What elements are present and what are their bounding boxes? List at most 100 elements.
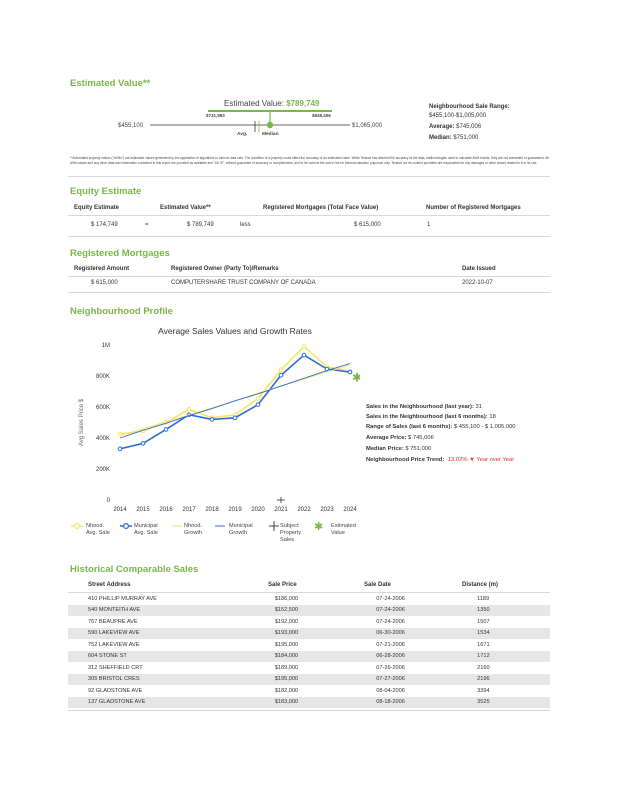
comp-date: 08-18-2006 [356, 696, 458, 708]
stat-range-of-sales: Range of Sales (last 6 months): $ 455,10… [366, 424, 516, 430]
comp-date: 06-30-2006 [356, 627, 458, 639]
data-point [301, 344, 307, 349]
comp-address: 590 LAKEVIEW AVE [68, 627, 255, 639]
comp-address: 137 GLADSTONE AVE [68, 696, 255, 708]
stat-value-negative: -13.02% ▼ Year over Year [445, 457, 515, 463]
equals-sign: = [145, 222, 149, 228]
table-row: 752 LAKEVIEW AVE $195,000 07-21-2006 1671 [68, 639, 550, 651]
table-row: 312 SHEFFIELD CRT $189,000 07-26-2006 2160 [68, 662, 550, 674]
mortgage-header-amount: Registered Amount [74, 266, 130, 272]
range-high-bar-label: $848,406 [312, 113, 331, 118]
legend-label-line3: Sales [280, 537, 294, 544]
comp-date: 07-27-2006 [356, 673, 458, 685]
table-row: 305 BRISTOL CRES $195,000 07-27-2006 2196 [68, 673, 550, 685]
table-row: 604 STONE ST $184,000 06-28-2006 1712 [68, 650, 550, 662]
y-tick-label: 1M [102, 343, 110, 349]
data-point [186, 407, 192, 412]
legend-label-line1: Municipal [134, 523, 158, 529]
x-tick-label: 2023 [320, 507, 334, 513]
comp-price: $186,000 [274, 595, 299, 602]
range-max-label: $1,065,000 [352, 123, 383, 129]
estimated-value-headline: Estimated Value: $789,749 [224, 99, 320, 108]
table-row: 540 MONTEITH AVE $152,500 07-24-2006 1350 [68, 604, 550, 616]
divider [68, 176, 550, 177]
x-tick-label: 2015 [136, 507, 150, 513]
mortgage-header-date: Date Issued [462, 266, 496, 272]
sale-median-value: $751,000 [453, 135, 479, 141]
y-axis-label: Avg Sales Price $ [79, 398, 85, 446]
estimated-value-title: Estimated Value** [70, 78, 151, 89]
equity-header-count: Number of Registered Mortgages [426, 205, 521, 211]
estimated-value-amount: $789,749 [286, 99, 320, 108]
comp-date: 08-04-2006 [376, 687, 405, 694]
x-tick-label: 2017 [182, 507, 196, 513]
legend-municipal-growth: Municipal Growth [229, 523, 253, 537]
sale-median-label: Median: [429, 135, 452, 141]
legend-nhood-growth: Nhood. Growth [184, 523, 202, 537]
table-row: 137 GLADSTONE AVE $183,000 08-18-2006 3525 [68, 696, 550, 708]
comp-address: 752 LAKEVIEW AVE [88, 641, 140, 648]
y-tick-label: 0 [107, 498, 111, 504]
legend-municipal-avg-sale: Municipal Avg. Sale [134, 523, 158, 537]
less-text: less [240, 222, 251, 228]
stat-sales-last-6-months: Sales in the Neighbourhood (last 6 month… [366, 414, 496, 420]
comp-header-price: Sale Price [268, 582, 297, 588]
divider [68, 292, 550, 293]
legend-nhood-avg-sale-icon [71, 522, 83, 530]
equity-header-estimated: Estimated Value** [160, 205, 211, 211]
comp-date: 07-21-2006 [376, 641, 405, 648]
avm-disclaimer: **Automated property values ("AVMs") are… [70, 156, 549, 165]
data-point [301, 352, 307, 358]
equity-estimate-title: Equity Estimate [70, 186, 142, 197]
table-row: 767 BEAUPRE AVE $192,000 07-24-2006 1507 [68, 616, 550, 628]
comp-address: 92 GLADSTONE AVE [88, 687, 143, 694]
table-row: 410 PHILLIP MURRAY AVE $186,000 07-24-2006… [68, 593, 550, 605]
legend-label-line2: Growth [184, 530, 203, 537]
sale-average-label: Average: [429, 124, 455, 130]
comp-address: 410 PHILLIP MURRAY AVE [88, 595, 157, 602]
data-point [255, 396, 261, 401]
avg-label: Avg. [237, 132, 248, 137]
legend-label-line2: Growth [229, 530, 248, 537]
divider [68, 710, 550, 711]
legend-subject-property-icon [269, 521, 279, 531]
sale-range-value: $455,100-$1,005,000 [429, 113, 487, 119]
sale-range-title: Neighbourhood Sale Range: [429, 104, 510, 110]
data-point [255, 402, 261, 407]
y-tick-label: 800K [96, 374, 110, 380]
mortgages-total: $ 615,000 [354, 222, 381, 228]
comp-distance: 1189 [477, 595, 490, 602]
comp-date: 07-24-2006 [356, 604, 458, 616]
mortgage-owner: COMPUTERSHARE TRUST COMPANY OF CANADA [171, 280, 316, 286]
x-tick-label: 2014 [113, 507, 127, 513]
comp-distance: 1534 [457, 627, 550, 639]
comp-distance: 1350 [457, 604, 550, 616]
stat-value: $ 455,100 - $ 1,005,000 [453, 424, 516, 430]
x-tick-label: 2016 [159, 507, 173, 513]
median-label: Median [262, 132, 279, 137]
comp-header-date: Sale Date [364, 582, 392, 588]
legend-label-line2: Value [331, 530, 345, 537]
stat-label: Median Price: [366, 446, 404, 452]
estimated-value-label: Estimated Value: [224, 99, 284, 108]
comp-date: 06-28-2006 [356, 650, 458, 662]
comp-date: 07-26-2006 [376, 664, 405, 671]
comp-date: 07-24-2006 [376, 595, 405, 602]
legend-label-line2: Avg. Sale [134, 530, 158, 537]
chart-legend-markers: ✱ [71, 521, 323, 533]
stat-value: 31 [475, 404, 482, 410]
legend-estimated-value: Estimated Value [331, 523, 356, 537]
y-tick-label: 600K [96, 405, 110, 411]
stat-value: $ 745,006 [408, 435, 434, 441]
comp-date: 07-24-2006 [376, 618, 405, 625]
comp-distance: 1671 [477, 641, 490, 648]
legend-label-line2: Property [280, 530, 302, 537]
stat-label: Sales in the Neighbourhood (last 6 month… [366, 414, 488, 420]
comp-price: $195,000 [274, 641, 299, 648]
comp-price: $182,000 [274, 687, 299, 694]
mortgage-header-owner: Registered Owner (Party To)/Remarks [171, 266, 279, 272]
legend-label-line1: Subject [280, 523, 299, 529]
legend-estimated-value-icon: ✱ [314, 521, 323, 533]
series-line-1 [119, 345, 351, 435]
comp-address: 767 BEAUPRE AVE [88, 618, 138, 625]
